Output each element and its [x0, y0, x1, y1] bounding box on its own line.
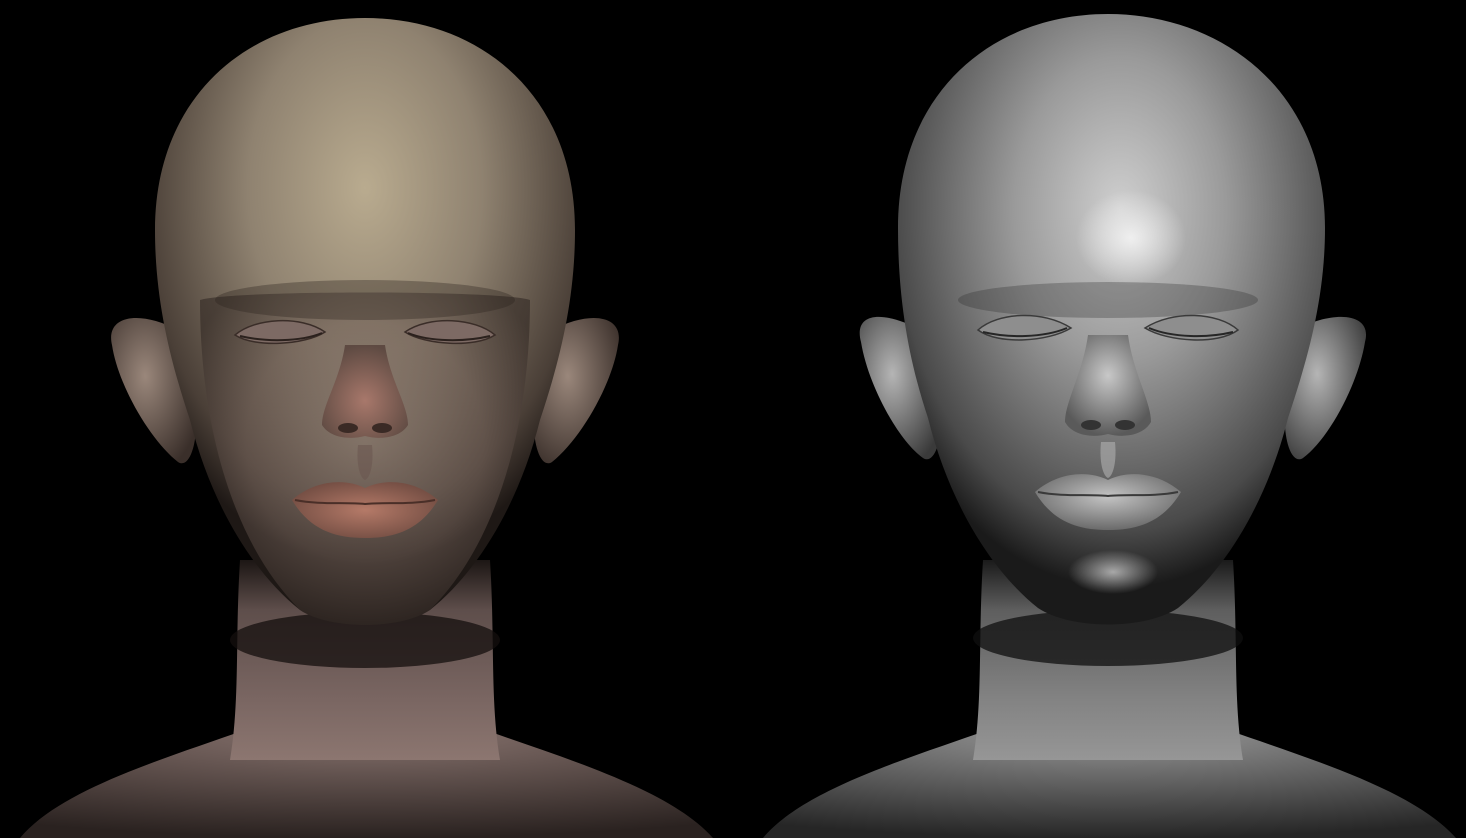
clay-head-render: [733, 0, 1466, 838]
clay-head-svg: [763, 14, 1456, 838]
textured-head-svg: [20, 18, 713, 838]
forehead-specular: [1076, 190, 1186, 286]
textured-head-render: [0, 0, 733, 838]
head: [898, 14, 1325, 625]
render-canvas: [0, 0, 1466, 838]
